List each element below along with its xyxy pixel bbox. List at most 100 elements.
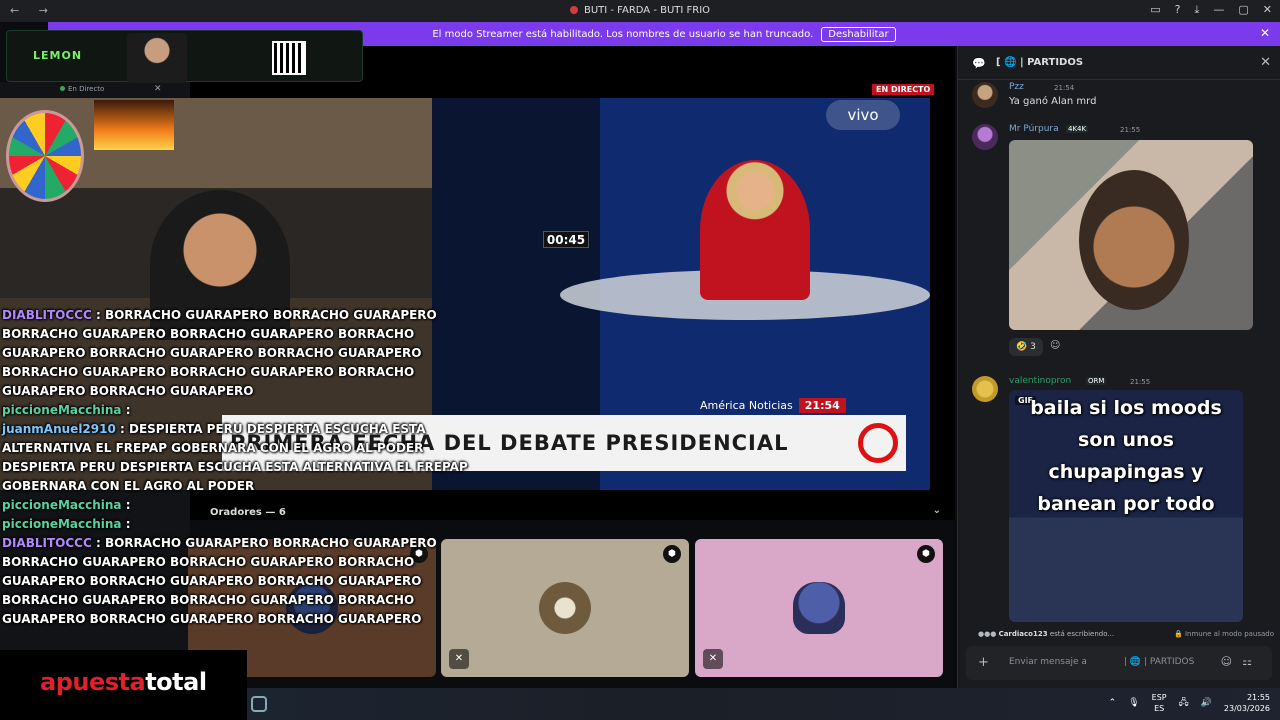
message-timestamp: 21:55 xyxy=(1130,378,1151,386)
message-timestamp: 21:55 xyxy=(1120,126,1141,134)
chat-overlay-line: DIABLITOCCC : BORRACHO GUARAPERO BORRACH… xyxy=(2,534,472,629)
collapse-chevron-icon[interactable]: ⌄ xyxy=(933,505,941,516)
chat-username: piccioneMacchina xyxy=(2,517,122,531)
message-composer[interactable]: + Enviar mensaje a | 🌐 | PARTIDOS ☺⚏ xyxy=(966,646,1272,680)
panel-close-icon[interactable]: ✕ xyxy=(1260,55,1271,70)
chat-username: DIABLITOCCC xyxy=(2,308,92,322)
avatar[interactable] xyxy=(972,82,998,108)
message-author[interactable]: valentinopron xyxy=(1009,376,1071,386)
maximize-button[interactable]: ▢ xyxy=(1238,3,1248,17)
banner-text: El modo Streamer está habilitado. Los no… xyxy=(432,28,814,40)
help-icon[interactable]: ? xyxy=(1175,3,1181,17)
sponsor-photo xyxy=(127,33,187,83)
typing-indicator: ●●● Cardiaco123 está escribiendo... xyxy=(978,630,1115,638)
network-icon[interactable]: 🖧 xyxy=(1179,695,1189,711)
message-gif[interactable]: GIF baila si los moods son unos chupapin… xyxy=(1009,390,1243,622)
message-timestamp: 21:54 xyxy=(1054,84,1075,92)
panel-channel-name: [ 🌐 | PARTIDOS xyxy=(996,57,1084,68)
vivo-logo: vivo xyxy=(826,100,900,130)
chat-separator: : xyxy=(121,498,131,512)
chat-overlay-line: piccioneMacchina : xyxy=(2,515,472,534)
speaker-tile[interactable]: ⬢ ✕ xyxy=(441,539,689,677)
chat-overlay: DIABLITOCCC : BORRACHO GUARAPERO BORRACH… xyxy=(2,306,472,629)
news-anchor xyxy=(700,160,810,300)
volume-icon[interactable]: 🔊 xyxy=(1201,698,1212,708)
online-dot-icon xyxy=(60,86,65,91)
chat-username: piccioneMacchina xyxy=(2,403,122,417)
sponsor-overlay: LEMON xyxy=(6,30,363,83)
lemon-logo: LEMON xyxy=(33,49,83,62)
chat-username: piccioneMacchina xyxy=(2,498,122,512)
banner-close-icon[interactable]: ✕ xyxy=(1260,26,1270,40)
live-dot-icon xyxy=(569,6,578,14)
attach-plus-icon[interactable]: + xyxy=(978,655,989,670)
lang-code-2: ES xyxy=(1154,704,1165,713)
apuesta-total-logo: apuestatotal xyxy=(40,668,207,696)
guild-tag[interactable]: ORM xyxy=(1086,377,1107,385)
add-reaction-icon[interactable]: ☺ xyxy=(1050,340,1060,351)
lang-code: ESP xyxy=(1151,693,1167,702)
logo-part-apuesta: apuesta xyxy=(40,668,146,696)
user-card-close-icon[interactable]: ✕ xyxy=(154,84,162,94)
channel-name: América Noticias xyxy=(700,398,793,412)
apuesta-total-banner: apuestatotal xyxy=(0,650,247,720)
qr-code xyxy=(272,41,306,75)
chat-overlay-line: DIABLITOCCC : BORRACHO GUARAPERO BORRACH… xyxy=(2,306,472,401)
typing-user: Cardiaco123 xyxy=(998,630,1048,638)
chat-separator: : xyxy=(91,308,105,322)
download-icon[interactable]: ⤓ xyxy=(1195,3,1200,17)
window-title: BUTI - FARDA - BUTI FRIO xyxy=(0,5,1280,16)
muted-mic-icon: ✕ xyxy=(449,649,469,669)
chat-separator: : xyxy=(115,422,129,436)
minimize-button[interactable]: — xyxy=(1213,3,1224,17)
disable-streamer-mode-button[interactable]: Deshabilitar xyxy=(821,26,896,42)
news-clock: 21:54 xyxy=(798,397,846,413)
typing-text: está escribiendo... xyxy=(1049,630,1115,638)
stream-user-card[interactable]: En Directo ✕ xyxy=(8,84,168,98)
america-logo-icon xyxy=(858,423,898,463)
mic-icon[interactable]: 🎙 xyxy=(1128,698,1139,708)
message-author[interactable]: Mr Púrpura xyxy=(1009,124,1059,134)
guild-tag[interactable]: 4K4K xyxy=(1066,125,1089,133)
debate-countdown: 00:45 xyxy=(543,231,589,248)
live-status: En Directo xyxy=(60,85,104,93)
close-window-button[interactable]: ✕ xyxy=(1263,3,1272,17)
inbox-icon[interactable]: ▭ xyxy=(1150,3,1160,17)
system-tray: ⌃ 🎙 ESP ES 🖧 🔊 21:55 23/03/2026 xyxy=(1109,692,1270,714)
message-author[interactable]: Pzz xyxy=(1009,82,1024,92)
chat-username: juanmAnuel2910 xyxy=(2,422,116,436)
tray-chevron-icon[interactable]: ⌃ xyxy=(1109,698,1117,708)
emoji-icon[interactable]: ☺⚏ xyxy=(1221,655,1262,668)
taskbar-clock[interactable]: 21:55 23/03/2026 xyxy=(1224,692,1270,714)
gif-caption: baila si los moods son unos chupapingas … xyxy=(1030,397,1222,515)
fireplace-screen xyxy=(94,100,174,150)
window-controls: ▭ ? ⤓ — ▢ ✕ xyxy=(1150,3,1272,17)
channel-chat-panel: 💬 [ 🌐 | PARTIDOS ✕ Pzz 21:54 Ya ganó Ala… xyxy=(957,46,1280,688)
prize-wheel xyxy=(6,110,84,202)
news-channel-bar: América Noticias 21:54 xyxy=(700,396,905,414)
windows-taskbar: ⌃ 🎙 ESP ES 🖧 🔊 21:55 23/03/2026 xyxy=(247,688,1280,720)
language-indicator[interactable]: ESP ES xyxy=(1152,692,1167,714)
live-status-text: En Directo xyxy=(68,85,105,93)
avatar[interactable] xyxy=(972,124,998,150)
mod-shield-icon: ⬢ xyxy=(663,545,681,563)
reaction-count: 3 xyxy=(1030,342,1036,352)
chat-bubble-icon: 💬 xyxy=(972,57,986,70)
chat-overlay-line: juanmAnuel2910 : DESPIERTA PERU DESPIERT… xyxy=(2,420,472,496)
composer-placeholder: Enviar mensaje a xyxy=(1009,657,1087,667)
muted-mic-icon: ✕ xyxy=(703,649,723,669)
avatar[interactable] xyxy=(972,376,998,402)
mod-shield-icon: ⬢ xyxy=(917,545,935,563)
clock-date: 23/03/2026 xyxy=(1223,704,1270,713)
message-image[interactable] xyxy=(1009,140,1253,330)
chat-username: DIABLITOCCC xyxy=(2,536,92,550)
slowmode-immune-note: 🔒 Inmune al modo pausado xyxy=(1174,630,1275,638)
panel-header: 💬 [ 🌐 | PARTIDOS ✕ xyxy=(958,46,1280,80)
app-icon[interactable] xyxy=(251,696,267,712)
chat-overlay-line: piccioneMacchina : xyxy=(2,401,472,420)
chat-separator: : xyxy=(91,536,105,550)
immune-text: Inmune al modo pausado xyxy=(1184,630,1275,638)
speaker-avatar xyxy=(793,582,845,634)
speaker-tile[interactable]: ⬢ ✕ xyxy=(695,539,943,677)
reaction-pill[interactable]: 🤣 3 xyxy=(1009,338,1043,356)
